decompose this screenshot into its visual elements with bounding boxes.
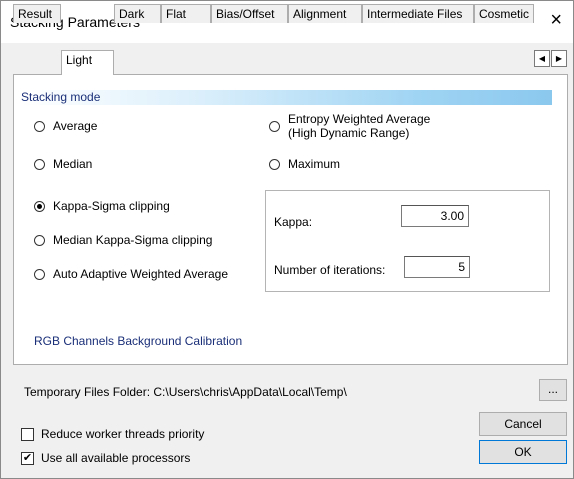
iterations-label: Number of iterations: <box>274 263 386 277</box>
radio-entropy-weighted[interactable]: Entropy Weighted Average (High Dynamic R… <box>269 112 430 140</box>
use-all-processors-box[interactable]: ✔ <box>21 451 34 465</box>
kappa-input[interactable]: 3.00 <box>401 205 469 227</box>
reduce-priority-checkbox[interactable]: Reduce worker threads priority <box>21 427 204 441</box>
cancel-button[interactable]: Cancel <box>479 412 567 436</box>
stacking-mode-header: Stacking mode <box>21 90 552 105</box>
radio-median-kappa-sigma-dot[interactable] <box>34 235 45 246</box>
iterations-input[interactable]: 5 <box>404 256 470 278</box>
reduce-priority-box[interactable] <box>21 427 34 441</box>
tab-scroll-right-icon[interactable]: ▶ <box>551 50 567 67</box>
temp-folder-path[interactable]: C:\Users\chris\AppData\Local\Temp\ <box>153 385 346 399</box>
radio-median-dot[interactable] <box>34 159 45 170</box>
radio-maximum-dot[interactable] <box>269 159 280 170</box>
browse-folder-button[interactable]: ... <box>539 379 567 401</box>
close-icon[interactable]: × <box>550 10 562 30</box>
tab-dark[interactable]: Dark <box>114 4 161 23</box>
radio-average[interactable]: Average <box>34 119 97 133</box>
radio-kappa-sigma[interactable]: Kappa-Sigma clipping <box>34 199 170 213</box>
reduce-priority-label: Reduce worker threads priority <box>41 427 205 441</box>
radio-median-kappa-sigma-label: Median Kappa-Sigma clipping <box>53 233 213 247</box>
tab-flat[interactable]: Flat <box>161 4 211 23</box>
radio-kappa-sigma-dot[interactable] <box>34 201 45 212</box>
ok-button[interactable]: OK <box>479 440 567 464</box>
temp-folder-label: Temporary Files Folder: <box>24 385 151 399</box>
radio-median-label: Median <box>53 157 93 171</box>
radio-median[interactable]: Median <box>34 157 92 171</box>
radio-entropy-weighted-label: Entropy Weighted Average (High Dynamic R… <box>288 112 431 140</box>
tab-light[interactable]: Light <box>61 50 114 75</box>
temp-folder-row: Temporary Files Folder: C:\Users\chris\A… <box>24 385 347 399</box>
kappa-label: Kappa: <box>274 215 313 229</box>
radio-entropy-weighted-dot[interactable] <box>269 121 280 132</box>
radio-average-dot[interactable] <box>34 121 45 132</box>
use-all-processors-label: Use all available processors <box>41 451 191 465</box>
radio-auto-adaptive-label: Auto Adaptive Weighted Average <box>53 267 229 281</box>
tab-scroll-buttons: ◀ ▶ <box>534 50 568 68</box>
tab-alignment[interactable]: Alignment <box>288 4 362 23</box>
radio-auto-adaptive-dot[interactable] <box>34 269 45 280</box>
tab-result[interactable]: Result <box>13 4 61 23</box>
radio-average-label: Average <box>53 119 98 133</box>
tab-cosmetic[interactable]: Cosmetic <box>474 4 534 23</box>
radio-maximum-label: Maximum <box>288 157 341 171</box>
tab-bias-offset[interactable]: Bias/Offset <box>211 4 288 23</box>
radio-maximum[interactable]: Maximum <box>269 157 340 171</box>
rgb-background-calibration-link[interactable]: RGB Channels Background Calibration <box>34 334 242 348</box>
tab-intermediate-files[interactable]: Intermediate Files <box>362 4 474 23</box>
radio-median-kappa-sigma[interactable]: Median Kappa-Sigma clipping <box>34 233 212 247</box>
radio-auto-adaptive[interactable]: Auto Adaptive Weighted Average <box>34 267 228 281</box>
radio-kappa-sigma-label: Kappa-Sigma clipping <box>53 199 170 213</box>
use-all-processors-checkbox[interactable]: ✔ Use all available processors <box>21 451 190 465</box>
tab-scroll-left-icon[interactable]: ◀ <box>534 50 550 67</box>
